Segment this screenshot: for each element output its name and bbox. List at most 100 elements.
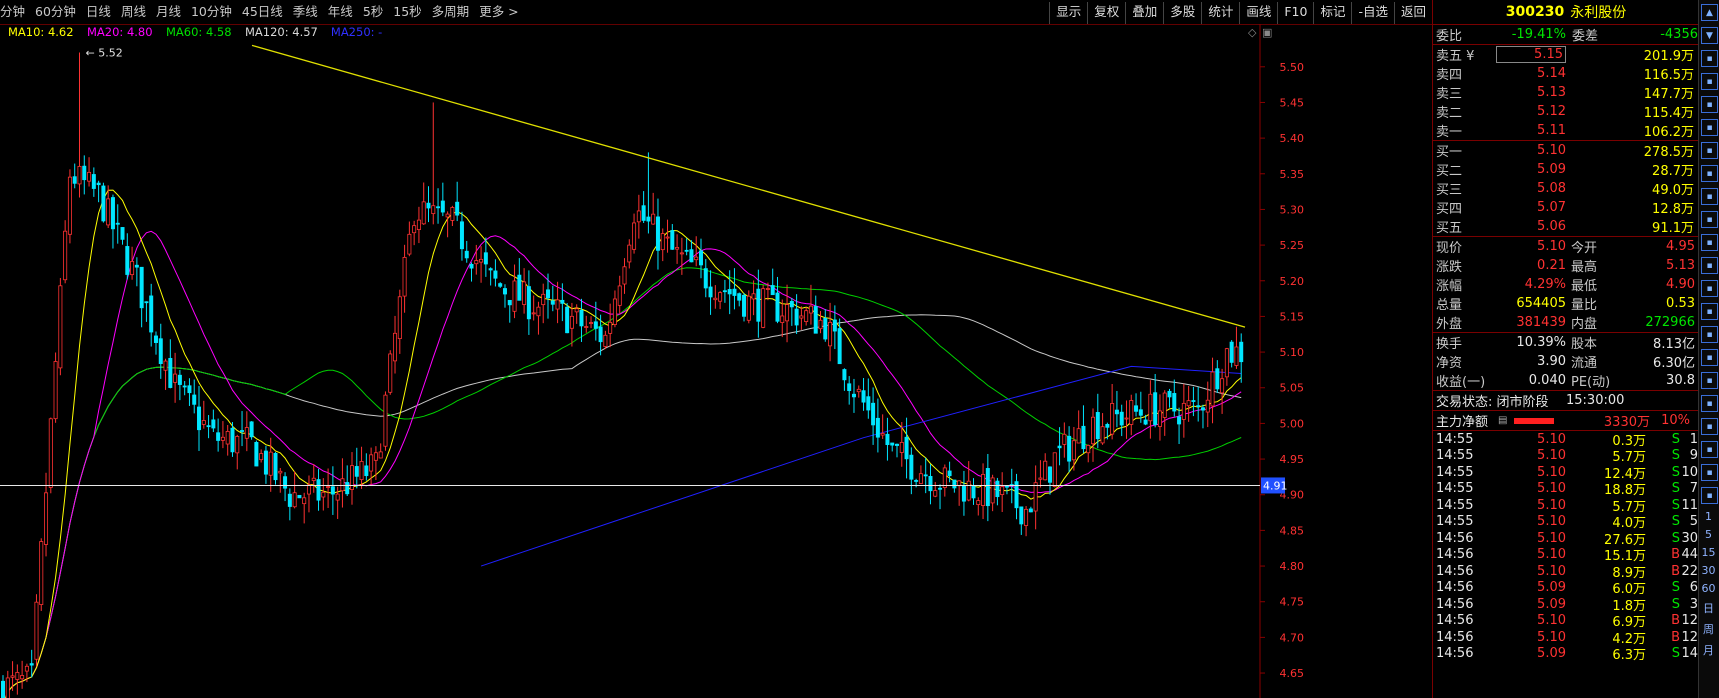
candle-body <box>10 675 15 678</box>
stock-header[interactable]: 300230 永利股份 <box>1433 0 1699 25</box>
candle-body <box>440 200 445 213</box>
candle-body <box>541 293 546 306</box>
candle-body <box>1038 477 1043 480</box>
period-shortcut[interactable]: 月 <box>1699 642 1718 658</box>
chart-icon[interactable]: ▪ <box>1701 464 1718 481</box>
period-tab[interactable]: 多周期 <box>427 0 475 24</box>
period-tab[interactable]: 更多 > <box>474 0 523 24</box>
tool-button[interactable]: 多股 <box>1163 2 1201 24</box>
tick-count: 44 <box>1681 547 1698 563</box>
period-tab[interactable]: 10分钟 <box>186 0 237 24</box>
candle-body <box>785 304 790 322</box>
tool-button[interactable]: F10 <box>1277 2 1313 24</box>
chart-icon[interactable]: ▪ <box>1701 441 1718 458</box>
candle-body <box>82 165 87 181</box>
tick-price: 5.10 <box>1537 613 1566 629</box>
chart-icon[interactable]: ▪ <box>1701 395 1718 412</box>
order-book-row: 买二 5.09 28.7万 <box>1433 160 1699 179</box>
period-tab[interactable]: 15秒 <box>388 0 426 24</box>
candle-body <box>517 274 522 301</box>
period-tab[interactable]: 45日线 <box>237 0 288 24</box>
y-tick-label: 4.85 <box>1280 524 1305 537</box>
tool-button[interactable]: 返回 <box>1393 2 1432 24</box>
tick-row: 14:56 5.10 8.9万 B 22 <box>1433 563 1699 581</box>
candle-body <box>632 222 637 250</box>
chart-icon[interactable]: ▪ <box>1701 50 1718 67</box>
candle-body <box>1119 411 1124 426</box>
candle-body <box>1114 409 1119 415</box>
tool-button[interactable]: 叠加 <box>1125 2 1163 24</box>
chart-icon[interactable]: ▪ <box>1701 418 1718 435</box>
tool-button[interactable]: 显示 <box>1049 2 1087 24</box>
period-tab[interactable]: 日线 <box>81 0 116 24</box>
candle-body <box>483 252 488 265</box>
period-tab[interactable]: 年线 <box>323 0 358 24</box>
tool-button[interactable]: -自选 <box>1351 2 1394 24</box>
candle-body <box>302 497 307 505</box>
period-tab[interactable]: 周线 <box>116 0 151 24</box>
period-shortcut[interactable]: 日 <box>1699 600 1718 616</box>
order-price: 5.13 <box>1537 85 1566 100</box>
chart-icon[interactable]: ▪ <box>1701 303 1718 320</box>
chart-icon[interactable]: ▪ <box>1701 188 1718 205</box>
period-shortcut[interactable]: 60 <box>1699 582 1718 595</box>
candle-body <box>292 492 297 508</box>
chart-icon[interactable]: ▪ <box>1701 96 1718 113</box>
tick-price: 5.10 <box>1537 497 1566 513</box>
candle-body <box>871 402 876 426</box>
chart-icon[interactable]: ▪ <box>1701 349 1718 366</box>
quote-value: 0.53 <box>1666 296 1695 311</box>
period-shortcut[interactable]: 1 <box>1699 510 1718 523</box>
period-tab[interactable]: 分钟 <box>0 0 30 24</box>
period-tab[interactable]: 季线 <box>288 0 323 24</box>
candle-body <box>794 308 799 326</box>
period-shortcut[interactable]: 周 <box>1699 621 1718 637</box>
arrow-up-icon[interactable]: ▲ <box>1701 4 1718 21</box>
chart-icon[interactable]: ▪ <box>1701 280 1718 297</box>
arrow-down-icon[interactable]: ▼ <box>1701 27 1718 44</box>
candle-body <box>565 306 570 334</box>
period-shortcut[interactable]: 30 <box>1699 564 1718 577</box>
tool-button[interactable]: 统计 <box>1201 2 1239 24</box>
tool-button[interactable]: 画线 <box>1239 2 1277 24</box>
kline-chart[interactable]: 5.50 5.45 5.40 5.35 5.30 5.25 5.20 5.15 5.10 5.05… <box>0 24 1432 698</box>
chart-icon[interactable]: ▪ <box>1701 487 1718 504</box>
quote-row: 净资 3.90 流通 6.30亿 <box>1433 352 1699 371</box>
quote-row: 换手 10.39% 股本 8.13亿 <box>1433 333 1699 352</box>
period-tab[interactable]: 60分钟 <box>30 0 81 24</box>
quote-label: 今开 <box>1571 241 1598 256</box>
chart-icon[interactable]: ▪ <box>1701 211 1718 228</box>
candle-body <box>775 292 780 322</box>
candle-body <box>393 332 398 362</box>
quote-label: 收益(一) <box>1436 375 1486 390</box>
order-level-label: 卖二 <box>1436 106 1463 121</box>
chart-icon[interactable]: ▪ <box>1701 142 1718 159</box>
candle-body <box>713 297 718 301</box>
period-shortcut[interactable]: 15 <box>1699 546 1718 559</box>
order-level-label: 卖四 <box>1436 68 1463 83</box>
candle-body <box>278 470 283 474</box>
candle-body <box>134 264 139 268</box>
period-tab[interactable]: 5秒 <box>358 0 388 24</box>
chart-icon[interactable]: ▪ <box>1701 165 1718 182</box>
candle-body <box>1110 403 1115 435</box>
candle-body <box>326 486 331 488</box>
order-price: 5.07 <box>1537 200 1566 215</box>
candle-body <box>1076 428 1081 444</box>
period-tab[interactable]: 月线 <box>151 0 186 24</box>
tool-button[interactable]: 标记 <box>1313 2 1351 24</box>
period-shortcut[interactable]: 5 <box>1699 528 1718 541</box>
chart-icon[interactable]: ▪ <box>1701 234 1718 251</box>
quote-label: 股本 <box>1571 337 1598 352</box>
chart-icon[interactable]: ▪ <box>1701 326 1718 343</box>
candle-body <box>603 334 608 347</box>
chart-icon[interactable]: ▪ <box>1701 73 1718 90</box>
chart-icon[interactable]: ▪ <box>1701 372 1718 389</box>
chart-icon[interactable]: ▪ <box>1701 119 1718 136</box>
candle-body <box>718 292 723 302</box>
tool-button[interactable]: 复权 <box>1087 2 1125 24</box>
chart-icon[interactable]: ▪ <box>1701 257 1718 274</box>
quote-row: 外盘 381439 内盘 272966 <box>1433 313 1699 332</box>
main-flow-row[interactable]: 主力净额 ▤ 3330万 10% <box>1433 410 1699 430</box>
candle-body <box>5 677 10 698</box>
